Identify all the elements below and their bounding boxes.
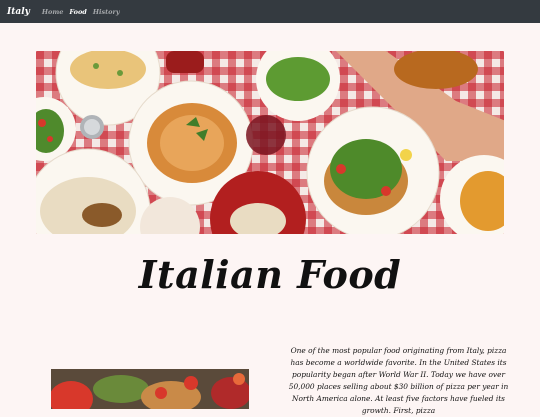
article-text: One of the most popular food originating…	[288, 346, 509, 415]
nav-link-food[interactable]: Food	[69, 8, 86, 16]
navbar-brand[interactable]: Italy	[7, 7, 30, 17]
nav-link-history[interactable]: History	[93, 8, 120, 16]
nav-link-home[interactable]: Home	[42, 8, 64, 16]
hero-image	[36, 51, 504, 234]
navbar: Italy Home Food History	[0, 0, 540, 23]
pizza-image	[51, 369, 249, 409]
page-title: Italian Food	[138, 252, 402, 297]
